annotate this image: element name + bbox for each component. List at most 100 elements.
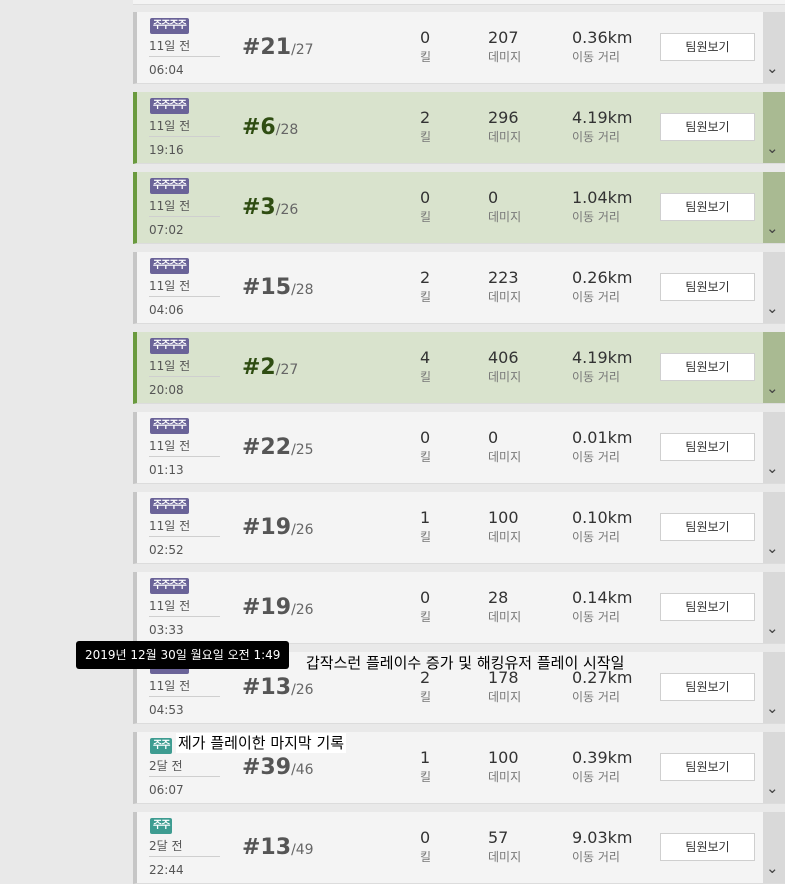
expand-toggle[interactable]: ⌄ — [763, 412, 785, 483]
distance-stat: 0.26km 이동 거리 — [572, 268, 632, 306]
kills-stat: 1킬 — [420, 508, 431, 546]
view-team-button[interactable]: 팀원보기 — [660, 273, 755, 301]
rank-value: #2 — [242, 355, 276, 380]
view-team-button[interactable]: 팀원보기 — [660, 753, 755, 781]
kills-label: 킬 — [420, 610, 432, 624]
view-team-button[interactable]: 팀원보기 — [660, 833, 755, 861]
rank-total: /27 — [291, 42, 314, 58]
view-team-button[interactable]: 팀원보기 — [660, 593, 755, 621]
damage-value: 100 — [488, 508, 519, 527]
rank-total: /25 — [291, 442, 314, 458]
damage-value: 28 — [488, 588, 509, 607]
mode-badge: 주주주주 — [150, 578, 189, 594]
rank-total: /26 — [275, 202, 299, 218]
damage-value: 0 — [488, 188, 499, 207]
rank-value: #6 — [242, 115, 276, 140]
damage-stat: 406 데미지 — [488, 348, 521, 386]
kills-label: 킬 — [420, 210, 432, 224]
mode-badge: 주주 — [150, 738, 173, 754]
distance-stat: 1.04km 이동 거리 — [572, 188, 632, 226]
distance-label: 이동 거리 — [572, 130, 620, 144]
annotation-surge: 갑작스런 플레이수 증가 및 해킹유저 플레이 시작일 — [306, 654, 625, 672]
kills-stat: 0킬 — [420, 28, 431, 66]
distance-label: 이동 거리 — [572, 290, 620, 304]
match-rank: #2/27 — [242, 354, 298, 384]
distance-value: 0.10km — [572, 508, 633, 527]
damage-value: 100 — [488, 748, 519, 767]
match-card[interactable]: 주주주주 11일 전 03:33 #19/26 0 킬 28 데미지 0.14km 이동 거리 팀원… — [133, 572, 785, 644]
damage-label: 데미지 — [488, 450, 522, 464]
distance-label: 이동 거리 — [572, 690, 620, 704]
match-ago: 2달 전 — [149, 838, 220, 857]
kills-stat: 2킬 — [420, 268, 431, 306]
rank-total: /26 — [291, 602, 314, 618]
expand-toggle[interactable]: ⌄ — [763, 652, 785, 723]
match-rank: #19/26 — [242, 594, 314, 624]
expand-toggle[interactable]: ⌄ — [763, 172, 785, 243]
expand-toggle[interactable]: ⌄ — [763, 572, 785, 643]
damage-stat: 28 데미지 — [488, 588, 521, 626]
rank-value: #15 — [242, 275, 292, 300]
expand-toggle[interactable]: ⌄ — [763, 812, 785, 883]
view-team-button[interactable]: 팀원보기 — [660, 33, 755, 61]
distance-label: 이동 거리 — [572, 370, 620, 384]
view-team-button[interactable]: 팀원보기 — [660, 193, 755, 221]
damage-label: 데미지 — [488, 290, 522, 304]
expand-toggle[interactable]: ⌄ — [763, 252, 785, 323]
expand-toggle[interactable]: ⌄ — [763, 732, 785, 803]
damage-label: 데미지 — [488, 50, 522, 64]
match-ago: 11일 전 — [149, 518, 220, 537]
expand-toggle[interactable]: ⌄ — [763, 92, 785, 163]
view-team-button[interactable]: 팀원보기 — [660, 353, 755, 381]
expand-toggle[interactable]: ⌄ — [763, 12, 785, 83]
view-team-button[interactable]: 팀원보기 — [660, 673, 755, 701]
match-ago: 11일 전 — [149, 198, 220, 217]
view-team-button[interactable]: 팀원보기 — [660, 433, 755, 461]
match-duration: 22:44 — [149, 863, 184, 877]
chevron-down-icon: ⌄ — [766, 859, 779, 877]
kills-stat: 0킬 — [420, 428, 431, 466]
mode-badge: 주주주주 — [150, 258, 189, 274]
match-rank: #13/26 — [242, 674, 314, 704]
match-card[interactable]: 주주주주 11일 전 20:08 #2/27 4 킬 406 데미지 4.19km 이동 거리 팀원… — [133, 332, 785, 404]
annotation-last-record: 제가 플레이한 마지막 기록 — [176, 733, 347, 753]
damage-value: 406 — [488, 348, 519, 367]
kills-label: 킬 — [420, 130, 432, 144]
expand-toggle[interactable]: ⌄ — [763, 332, 785, 403]
match-ago: 11일 전 — [149, 278, 220, 297]
rank-value: #13 — [242, 835, 292, 860]
match-card[interactable]: 주주주주 11일 전 04:06 #15/28 2 킬 223 데미지 0.26km 이동 거리 팀… — [133, 252, 785, 324]
damage-label: 데미지 — [488, 370, 522, 384]
distance-value: 9.03km — [572, 828, 633, 847]
rank-total: /27 — [275, 362, 299, 378]
rank-value: #3 — [242, 195, 276, 220]
match-rank: #21/27 — [242, 34, 314, 64]
expand-toggle[interactable]: ⌄ — [763, 492, 785, 563]
distance-value: 0.36km — [572, 28, 633, 47]
distance-stat: 9.03km 이동 거리 — [572, 828, 632, 866]
view-team-button[interactable]: 팀원보기 — [660, 513, 755, 541]
damage-stat: 178 데미지 — [488, 668, 521, 706]
match-ago: 11일 전 — [149, 678, 220, 697]
view-team-button[interactable]: 팀원보기 — [660, 113, 755, 141]
rank-value: #19 — [242, 515, 292, 540]
match-card[interactable]: 주주주주 11일 전 07:02 #3/26 0 킬 0 데미지 1.04km 이동 거리 팀원보기… — [133, 172, 785, 244]
mode-badge: 주주주주 — [150, 338, 189, 354]
kills-value: 0 — [420, 428, 431, 447]
match-card[interactable]: 주주주주 11일 전 06:04 #21/27 0 킬 207 데미지 0.36km 이동 거리 팀… — [133, 12, 785, 84]
match-duration: 03:33 — [149, 623, 184, 637]
match-card[interactable]: 주주주주 11일 전 01:13 #22/25 0 킬 0 데미지 0.01km 이동 거리 팀원보… — [133, 412, 785, 484]
match-card[interactable]: 주주주주 11일 전 02:52 #19/26 1 킬 100 데미지 0.10km 이동 거리 팀… — [133, 492, 785, 564]
kills-stat: 4킬 — [420, 348, 431, 386]
match-card[interactable]: 주주주주 11일 전 19:16 #6/28 2 킬 296 데미지 4.19km 이동 거리 팀원… — [133, 92, 785, 164]
damage-stat: 0 데미지 — [488, 188, 521, 226]
kills-stat: 0킬 — [420, 188, 431, 226]
match-duration: 01:13 — [149, 463, 184, 477]
chevron-down-icon: ⌄ — [766, 139, 779, 157]
distance-stat: 4.19km 이동 거리 — [572, 348, 632, 386]
match-ago: 2달 전 — [149, 758, 220, 777]
match-card[interactable]: 주주 2달 전 22:44 #13/49 0 킬 57 데미지 9.03km 이동 거리 팀원보기 ⌄ — [133, 812, 785, 884]
distance-stat: 0.39km 이동 거리 — [572, 748, 632, 786]
kills-label: 킬 — [420, 50, 432, 64]
timestamp-tooltip: 2019년 12월 30일 월요일 오전 1:49 — [76, 641, 290, 669]
